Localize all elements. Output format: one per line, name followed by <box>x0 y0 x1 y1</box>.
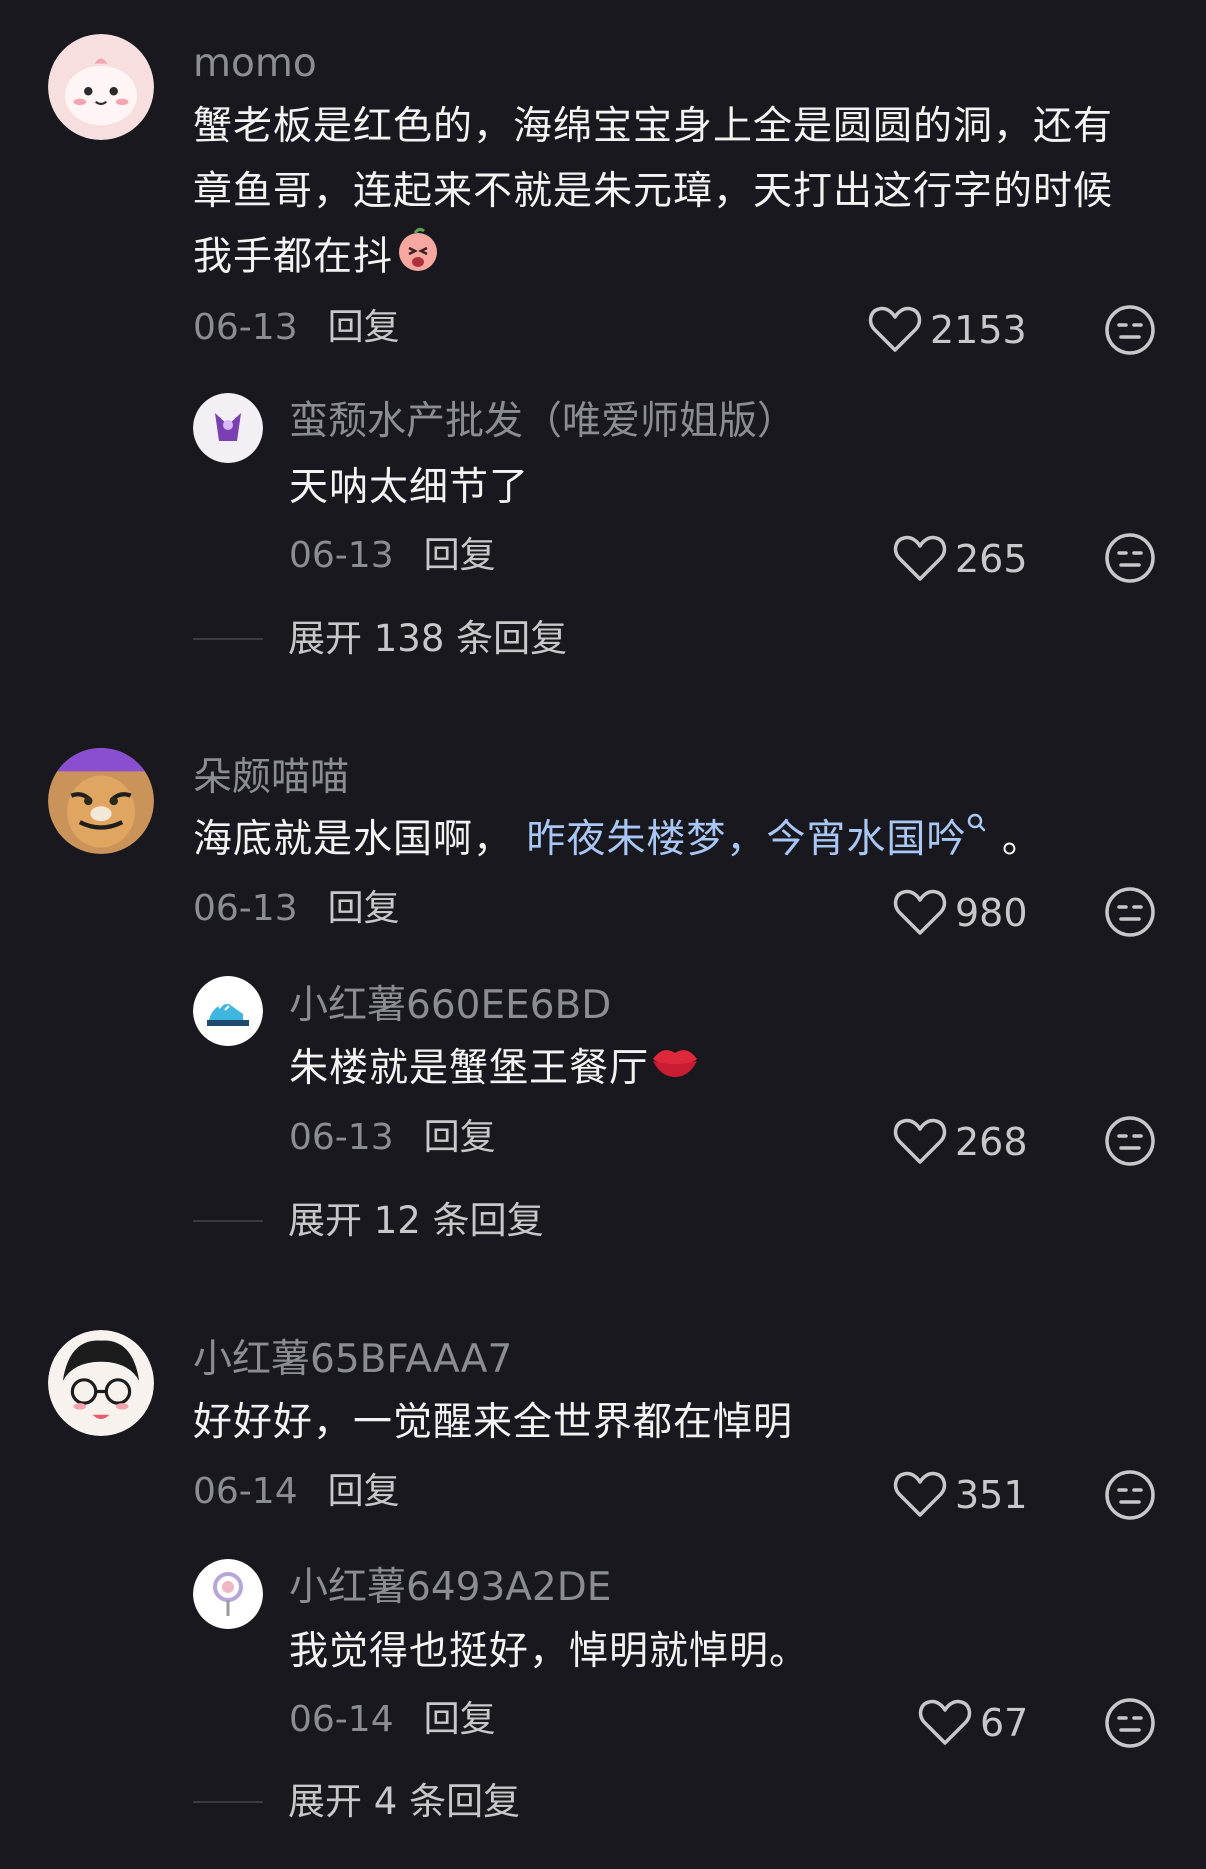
reply-username[interactable]: 小红薯6493A2DE <box>289 1568 611 1607</box>
search-icon <box>966 813 988 862</box>
avatar[interactable] <box>48 34 154 140</box>
expand-replies-button[interactable]: 展开 12 条回复 <box>193 1202 544 1239</box>
like-count: 351 <box>955 1473 1028 1517</box>
heart-icon <box>868 306 922 352</box>
reply-meta: 06-14 回复 <box>289 1702 496 1738</box>
like-button[interactable]: 351 <box>893 1470 1028 1520</box>
reply-text: 朱楼就是蟹堡王餐厅 <box>289 1036 701 1103</box>
like-button[interactable]: 265 <box>893 534 1028 584</box>
reply-button[interactable]: 回复 <box>328 307 400 348</box>
emoji-reaction-icon[interactable] <box>1104 532 1156 584</box>
like-count: 265 <box>955 537 1028 581</box>
expand-replies-label: 展开 12 条回复 <box>288 1199 544 1242</box>
expand-replies-label: 展开 138 条回复 <box>288 617 568 660</box>
comment-date: 06-13 <box>193 888 298 929</box>
emoji-reaction-icon[interactable] <box>1104 1469 1156 1521</box>
comment-text-line: 蟹老板是红色的，海绵宝宝身上全是圆圆的洞，还有 <box>193 104 1114 149</box>
emoji-reaction-icon[interactable] <box>1104 304 1156 356</box>
divider <box>193 637 263 640</box>
reply-username[interactable]: 蛮颓水产批发（唯爱师姐版） <box>289 402 796 441</box>
avatar[interactable] <box>193 1559 263 1629</box>
heart-icon <box>918 1699 972 1745</box>
reply-button[interactable]: 回复 <box>328 888 400 929</box>
expand-replies-button[interactable]: 展开 138 条回复 <box>193 620 567 657</box>
expand-replies-button[interactable]: 展开 4 条回复 <box>193 1783 520 1820</box>
like-button[interactable]: 980 <box>893 888 1028 938</box>
comment-meta: 06-14 回复 <box>193 1474 400 1510</box>
heart-icon <box>893 535 947 581</box>
reply-button[interactable]: 回复 <box>328 1471 400 1512</box>
comment-text: 海底就是水国啊， 昨夜朱楼梦，今宵水国吟 。 <box>193 813 1042 862</box>
avatar[interactable] <box>48 748 154 854</box>
avatar[interactable] <box>48 1330 154 1436</box>
comment-username[interactable]: 小红薯65BFAAA7 <box>193 1340 512 1379</box>
reply-username[interactable]: 小红薯660EE6BD <box>289 986 611 1025</box>
reply-date: 06-13 <box>289 535 394 576</box>
comment-date: 06-14 <box>193 1471 298 1512</box>
like-count: 268 <box>955 1120 1028 1164</box>
reply-meta: 06-13 回复 <box>289 538 496 574</box>
reply-date: 06-13 <box>289 1117 394 1158</box>
comment-text-line: 我手都在抖 <box>193 224 1173 294</box>
reply-date: 06-14 <box>289 1699 394 1740</box>
reply-button[interactable]: 回复 <box>424 1699 496 1740</box>
comment-meta: 06-13 回复 <box>193 310 400 346</box>
emoji-reaction-icon[interactable] <box>1104 1697 1156 1749</box>
comment-username[interactable]: momo <box>193 44 317 83</box>
divider <box>193 1219 263 1222</box>
avatar[interactable] <box>193 976 263 1046</box>
avatar[interactable] <box>193 393 263 463</box>
comment-username[interactable]: 朵颇喵喵 <box>193 758 349 797</box>
peach-face-emoji <box>393 224 443 294</box>
reply-button[interactable]: 回复 <box>424 1117 496 1158</box>
like-count: 2153 <box>930 308 1027 352</box>
heart-icon <box>893 1471 947 1517</box>
heart-icon <box>893 1118 947 1164</box>
like-button[interactable]: 268 <box>893 1117 1028 1167</box>
heart-icon <box>893 889 947 935</box>
reply-button[interactable]: 回复 <box>424 535 496 576</box>
emoji-reaction-icon[interactable] <box>1104 886 1156 938</box>
comment-text: 蟹老板是红色的，海绵宝宝身上全是圆圆的洞，还有 章鱼哥，连起来不就是朱元璋，天打… <box>193 94 1173 294</box>
emoji-reaction-icon[interactable] <box>1104 1115 1156 1167</box>
reply-text: 我觉得也挺好，悼明就悼明。 <box>289 1629 810 1674</box>
comment-text: 好好好，一觉醒来全世界都在悼明 <box>193 1400 794 1445</box>
quote-link[interactable]: 昨夜朱楼梦，今宵水国吟 <box>526 817 966 862</box>
like-count: 67 <box>980 1701 1029 1745</box>
kiss-mark-emoji <box>649 1038 701 1103</box>
like-button[interactable]: 67 <box>918 1698 1028 1748</box>
reply-text: 天呐太细节了 <box>289 465 530 510</box>
comment-date: 06-13 <box>193 307 298 348</box>
comment-meta: 06-13 回复 <box>193 891 400 927</box>
reply-meta: 06-13 回复 <box>289 1120 496 1156</box>
like-count: 980 <box>955 891 1028 935</box>
comment-text-line: 章鱼哥，连起来不就是朱元璋，天打出这行字的时候 <box>193 169 1114 214</box>
expand-replies-label: 展开 4 条回复 <box>288 1780 521 1823</box>
like-button[interactable]: 2153 <box>868 305 1027 355</box>
divider <box>193 1800 263 1803</box>
